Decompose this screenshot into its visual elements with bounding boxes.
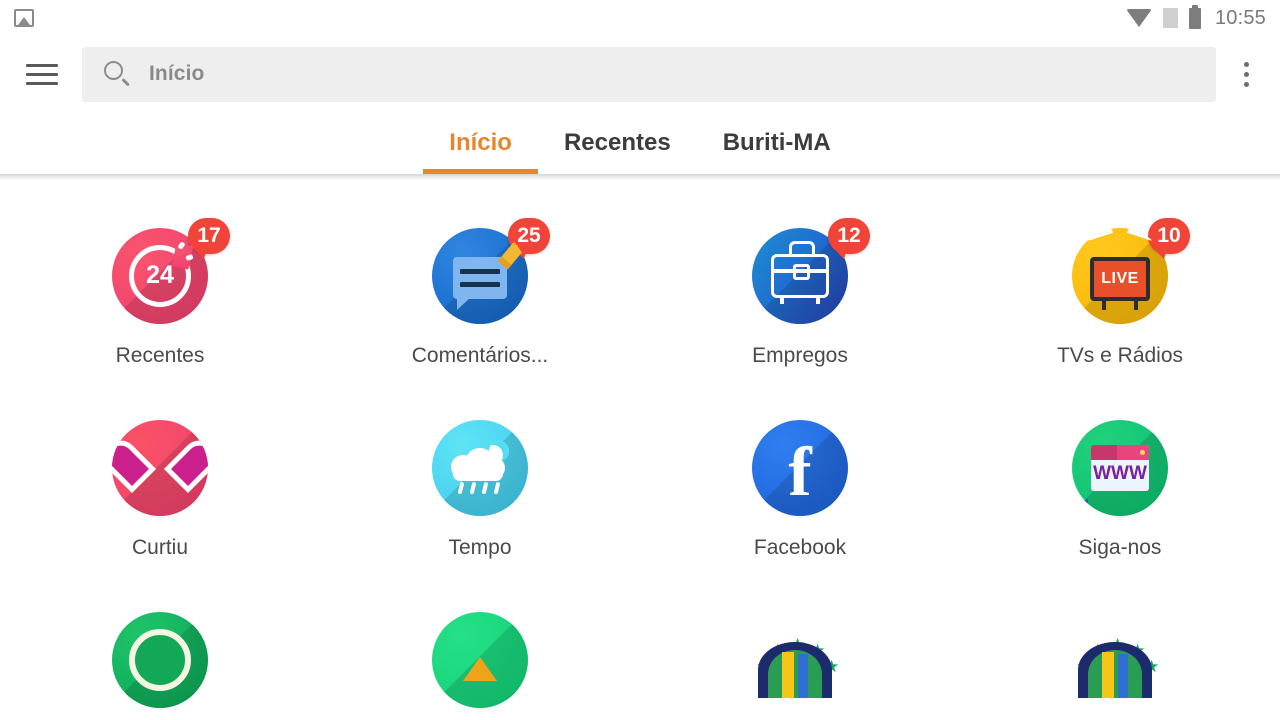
grid-item-icon-wrap: f — [752, 420, 848, 516]
grid-item-label: Curtiu — [131, 536, 189, 559]
weather-rain-night-icon — [432, 420, 528, 516]
grid-item-tempo[interactable]: Tempo — [320, 420, 640, 560]
grid-item-partial-1[interactable] — [0, 612, 320, 708]
clock-24h-label: 24 — [146, 261, 174, 289]
more-vertical-icon[interactable] — [1224, 50, 1268, 98]
status-bar: 10:55 — [0, 0, 1280, 36]
tab-recentes[interactable]: Recentes — [538, 129, 697, 174]
app-shortcut-grid: 24 17 Recentes 25 Comentários... 12 Empr… — [0, 180, 1280, 708]
search-icon — [104, 61, 130, 87]
grid-item-icon-wrap: ★ ★ ★ ★ ★ — [752, 612, 848, 708]
grid-item-icon-wrap — [112, 420, 208, 516]
grid-item-empregos[interactable]: 12 Empregos — [640, 218, 960, 368]
search-input-value: Início — [149, 62, 205, 85]
status-bar-left — [14, 9, 34, 27]
grid-item-tvs-radios[interactable]: LIVE 10 TVs e Rádios — [960, 218, 1280, 368]
sim-card-off-icon — [1162, 8, 1178, 28]
app-toolbar: Início — [0, 36, 1280, 112]
www-browser-icon: WWW — [1072, 420, 1168, 516]
grid-item-facebook[interactable]: f Facebook — [640, 420, 960, 560]
grid-item-icon-wrap: WWW — [1072, 420, 1168, 516]
battery-icon — [1188, 4, 1201, 29]
badge-count: 10 — [1148, 218, 1190, 259]
brazil-crest-icon: ★ ★ ★ ★ ★ — [1072, 612, 1159, 698]
grid-item-siga-nos[interactable]: WWW Siga-nos — [960, 420, 1280, 560]
green-ring-icon — [112, 612, 208, 708]
comment-edit-icon — [432, 228, 528, 324]
grid-item-partial-2[interactable] — [320, 612, 640, 708]
grid-item-icon-wrap — [432, 420, 528, 516]
heart-icon — [112, 420, 208, 516]
grid-item-label: Tempo — [448, 536, 512, 559]
brazil-crest-icon: ★ ★ ★ ★ ★ — [752, 612, 839, 698]
facebook-icon: f — [752, 420, 848, 516]
www-label: WWW — [1093, 463, 1147, 484]
grid-item-icon-wrap: 24 17 — [112, 218, 230, 324]
status-bar-clock: 10:55 — [1214, 6, 1266, 29]
status-bar-right: 10:55 — [1125, 4, 1266, 30]
tv-live-label: LIVE — [1101, 270, 1139, 287]
grid-item-icon-wrap: 12 — [752, 218, 870, 324]
tab-bar: Início Recentes Buriti-MA — [0, 112, 1280, 174]
badge-count: 17 — [188, 218, 230, 259]
grid-item-icon-wrap: ★ ★ ★ ★ ★ — [1072, 612, 1168, 708]
grid-item-recentes[interactable]: 24 17 Recentes — [0, 218, 320, 368]
grid-item-label: Siga-nos — [1078, 536, 1162, 559]
tab-inicio[interactable]: Início — [423, 129, 538, 174]
grid-item-label: Recentes — [115, 344, 205, 367]
grid-item-partial-4[interactable]: ★ ★ ★ ★ ★ — [960, 612, 1280, 708]
grid-item-label: TVs e Rádios — [1056, 344, 1184, 367]
facebook-letter: f — [788, 434, 812, 511]
grid-item-icon-wrap — [112, 612, 208, 708]
grid-item-icon-wrap: 25 — [432, 218, 550, 324]
grid-item-partial-3[interactable]: ★ ★ ★ ★ ★ — [640, 612, 960, 708]
grid-item-icon-wrap — [432, 612, 528, 708]
tab-buriti-ma[interactable]: Buriti-MA — [697, 129, 857, 174]
badge-count: 12 — [828, 218, 870, 259]
grid-item-label: Comentários... — [411, 344, 549, 367]
grid-item-label: Empregos — [752, 344, 848, 367]
wifi-icon — [1125, 9, 1152, 27]
search-input[interactable]: Início — [82, 46, 1216, 102]
grid-item-label: Facebook — [753, 536, 847, 559]
grid-item-curtiu[interactable]: Curtiu — [0, 420, 320, 560]
grid-item-icon-wrap: LIVE 10 — [1072, 218, 1190, 324]
image-icon — [14, 9, 34, 27]
grid-item-comentarios[interactable]: 25 Comentários... — [320, 218, 640, 368]
green-star-icon — [432, 612, 528, 708]
hamburger-menu-icon[interactable] — [20, 52, 64, 96]
